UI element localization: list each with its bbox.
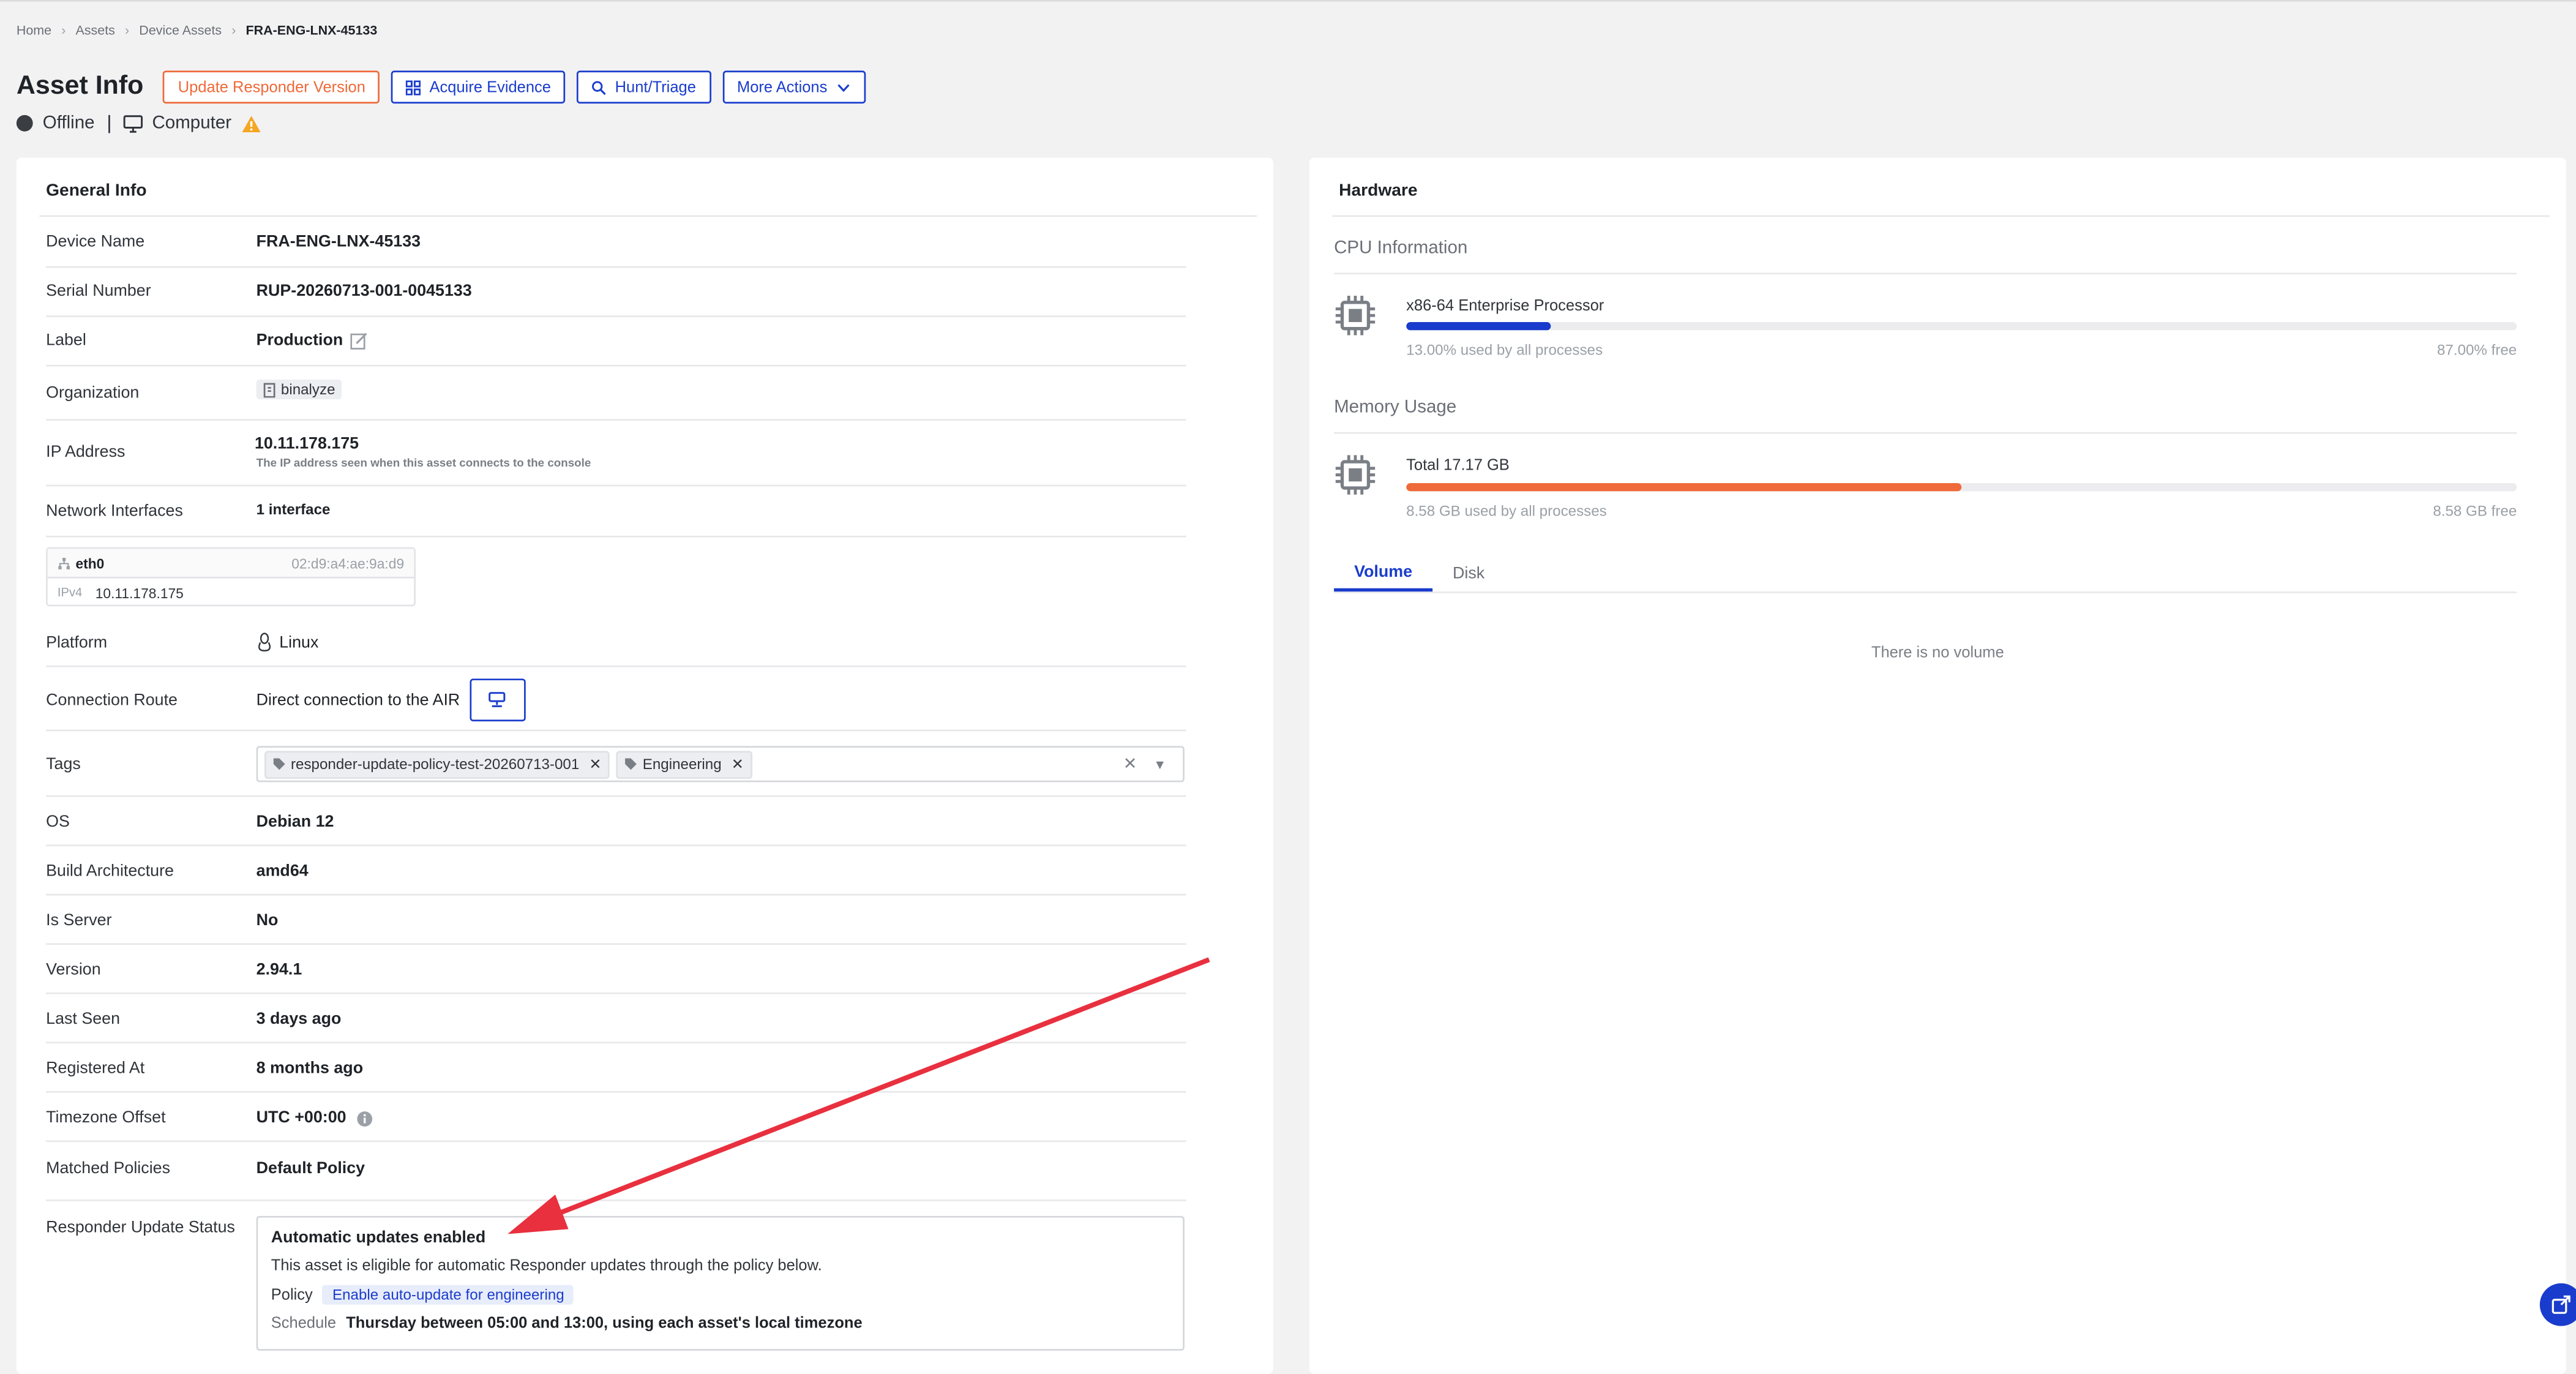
annotation-arrow-head (507, 1194, 569, 1234)
annotation-arrow-overlay (507, 957, 1210, 1234)
annotation-arrow-line (551, 957, 1210, 1218)
share-icon (2552, 1295, 2570, 1314)
